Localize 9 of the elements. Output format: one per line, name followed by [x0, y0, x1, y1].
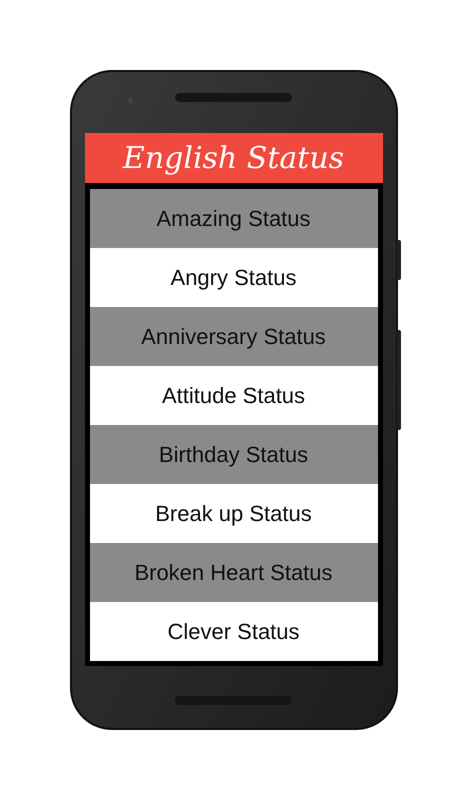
- list-item[interactable]: Anniversary Status: [90, 307, 378, 366]
- list-item[interactable]: Amazing Status: [90, 189, 378, 248]
- list-item[interactable]: Clever Status: [90, 602, 378, 661]
- list-item[interactable]: Break up Status: [90, 484, 378, 543]
- list-item[interactable]: Angry Status: [90, 248, 378, 307]
- app-title: English Status: [84, 133, 382, 183]
- list-item[interactable]: Birthday Status: [90, 425, 378, 484]
- list-item[interactable]: Broken Heart Status: [90, 543, 378, 602]
- list-item[interactable]: Attitude Status: [90, 366, 378, 425]
